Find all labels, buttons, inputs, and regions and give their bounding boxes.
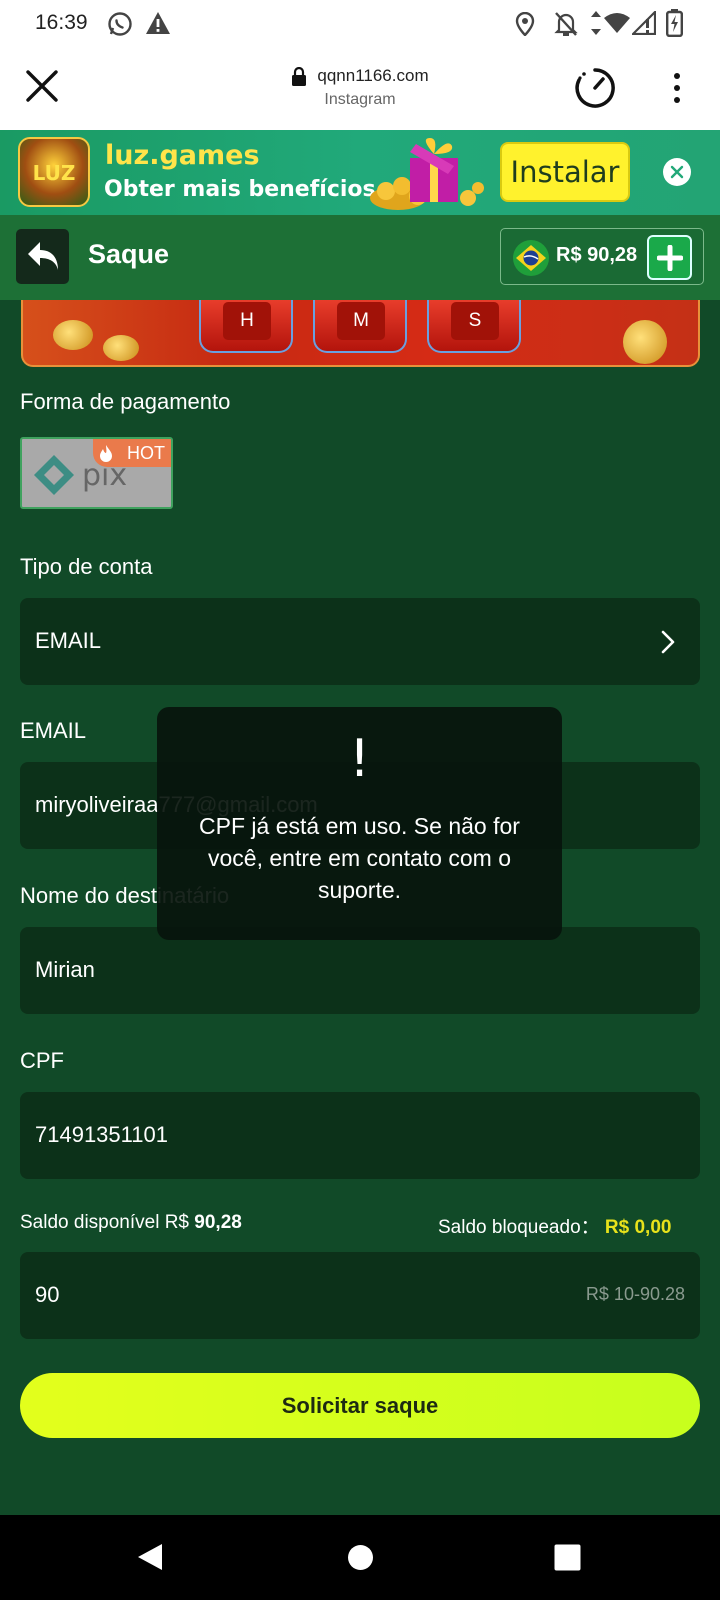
- gift-coins-image: [370, 138, 484, 210]
- page-header: Saque R$ 90,28: [0, 215, 720, 300]
- payment-method-label: Forma de pagamento: [20, 389, 231, 414]
- available-label: Saldo disponível R$: [20, 1212, 189, 1233]
- home-circle-icon[interactable]: [347, 1544, 374, 1571]
- error-toast: ! CPF já está em uso. Se não for você, e…: [157, 707, 562, 940]
- hot-badge: HOT: [93, 439, 171, 467]
- coin-decoration: [53, 320, 93, 350]
- request-withdrawal-button[interactable]: Solicitar saque: [20, 1373, 700, 1438]
- status-bar: 16:39: [0, 0, 720, 48]
- blocked-label: Saldo bloqueado：: [438, 1217, 600, 1238]
- system-nav-bar: [0, 1515, 720, 1600]
- blocked-value: R$ 0,00: [604, 1217, 672, 1238]
- battery-charging-icon: [666, 9, 683, 37]
- warning-icon: [146, 12, 170, 34]
- whatsapp-icon: [108, 12, 132, 36]
- timer-icon[interactable]: [574, 67, 616, 109]
- banner-tagline: Obter mais benefícios: [104, 177, 376, 202]
- available-value: 90,28: [194, 1212, 242, 1233]
- install-button[interactable]: Instalar: [500, 142, 630, 202]
- browser-toolbar: qqnn1166.com Instagram: [0, 48, 720, 130]
- coin-decoration: [103, 335, 139, 361]
- cpf-value: 71491351101: [35, 1122, 168, 1147]
- back-triangle-icon[interactable]: [136, 1542, 164, 1572]
- banner-brand: luz.games: [105, 140, 260, 171]
- available-balance: Saldo disponível R$ 90,28: [20, 1212, 242, 1234]
- cpf-field[interactable]: 71491351101: [20, 1092, 700, 1179]
- signal-icon: [632, 11, 656, 35]
- account-type-value: EMAIL: [35, 628, 102, 653]
- install-banner: LUZ luz.games Obter mais benefícios Inst…: [0, 130, 720, 215]
- location-icon: [515, 12, 535, 36]
- chevron-right-icon: [661, 630, 675, 654]
- account-type-label: Tipo de conta: [20, 554, 153, 579]
- exclamation-icon: !: [349, 729, 370, 789]
- countdown-minutes: M: [313, 300, 407, 353]
- wifi-icon: [604, 13, 630, 33]
- recents-square-icon[interactable]: [554, 1544, 581, 1571]
- recipient-field[interactable]: Mirian: [20, 927, 700, 1014]
- hours-label: H: [223, 302, 271, 340]
- page-title: Saque: [88, 239, 170, 269]
- blocked-balance: Saldo bloqueado： R$ 0,00: [438, 1212, 671, 1239]
- amount-value: 90: [35, 1282, 60, 1307]
- bell-off-icon: [554, 12, 578, 36]
- close-banner-icon[interactable]: [662, 157, 692, 187]
- countdown-banner[interactable]: H M S: [21, 300, 700, 367]
- countdown-seconds: S: [427, 300, 521, 353]
- plus-icon: [657, 245, 683, 271]
- cpf-label: CPF: [20, 1048, 64, 1073]
- amount-range-hint: R$ 10-90.28: [585, 1284, 685, 1304]
- back-arrow-icon: [28, 242, 58, 270]
- toast-message: CPF já está em uso. Se não for você, ent…: [199, 813, 520, 903]
- recipient-value: Mirian: [35, 957, 95, 982]
- status-time: 16:39: [35, 11, 88, 34]
- account-type-select[interactable]: EMAIL: [20, 598, 700, 685]
- brazil-flag-icon: [513, 240, 549, 276]
- seconds-label: S: [451, 302, 499, 340]
- coin-decoration: [623, 320, 667, 364]
- back-button[interactable]: [16, 229, 69, 284]
- data-arrows-icon: [591, 11, 601, 35]
- email-label: EMAIL: [20, 718, 87, 743]
- minutes-label: M: [337, 302, 385, 340]
- deposit-button[interactable]: [647, 235, 692, 280]
- app-logo: LUZ: [18, 137, 90, 207]
- countdown-hours: H: [199, 300, 293, 353]
- balance-value: R$ 90,28: [556, 244, 638, 266]
- flame-icon: [100, 445, 112, 462]
- pix-payment-option[interactable]: pix HOT: [20, 437, 173, 509]
- amount-input[interactable]: 90 R$ 10-90.28: [20, 1252, 700, 1339]
- balance-box: R$ 90,28: [500, 228, 704, 285]
- more-vert-icon[interactable]: [672, 72, 682, 104]
